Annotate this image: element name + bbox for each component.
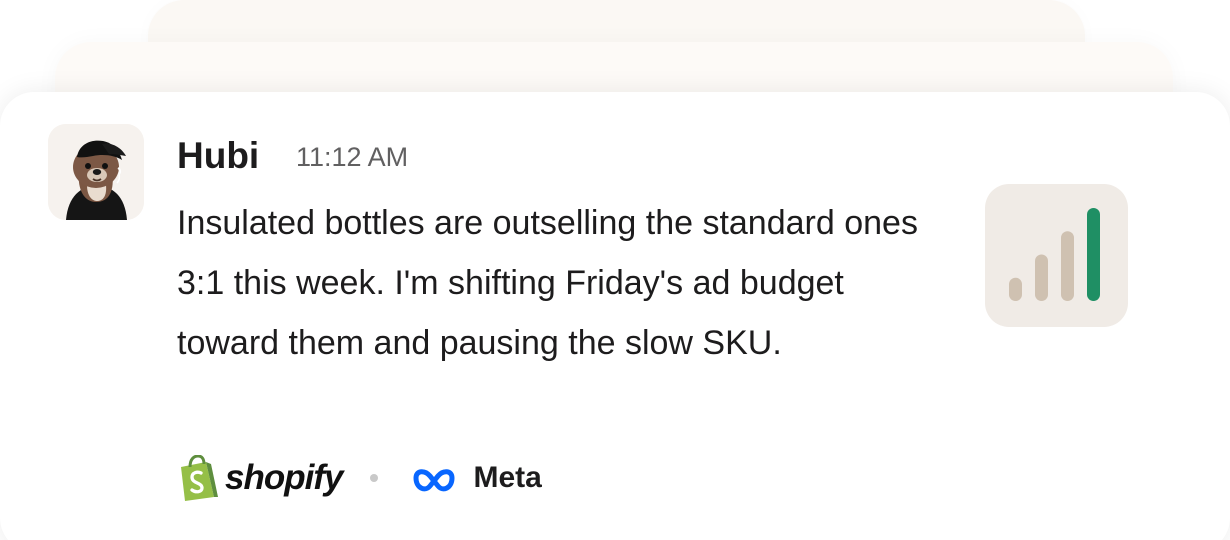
sender-name[interactable]: Hubi <box>177 136 259 176</box>
message-text: Insulated bottles are outselling the sta… <box>177 204 918 362</box>
chart-bar-1 <box>1009 277 1022 301</box>
avatar[interactable] <box>48 124 144 220</box>
integration-list: shopify Meta <box>177 452 542 504</box>
sales-trend-bar-chart <box>1009 208 1100 301</box>
shopify-label: shopify <box>225 458 343 497</box>
meta-label: Meta <box>473 461 542 494</box>
chat-preview: Hubi 11:12 AM Insulated bottles are outs… <box>0 0 1230 540</box>
message-timestamp[interactable]: 11:12 AM <box>296 142 408 172</box>
sales-trend-chart-tile[interactable] <box>985 184 1128 327</box>
chart-bar-2 <box>1035 254 1048 301</box>
chart-bar-3 <box>1061 231 1074 301</box>
otter-avatar-icon <box>48 124 144 220</box>
shopify-bag-icon <box>181 455 218 501</box>
chart-bar-4 <box>1087 208 1100 301</box>
integration-separator-dot <box>370 474 379 482</box>
meta-infinity-icon <box>413 469 455 492</box>
